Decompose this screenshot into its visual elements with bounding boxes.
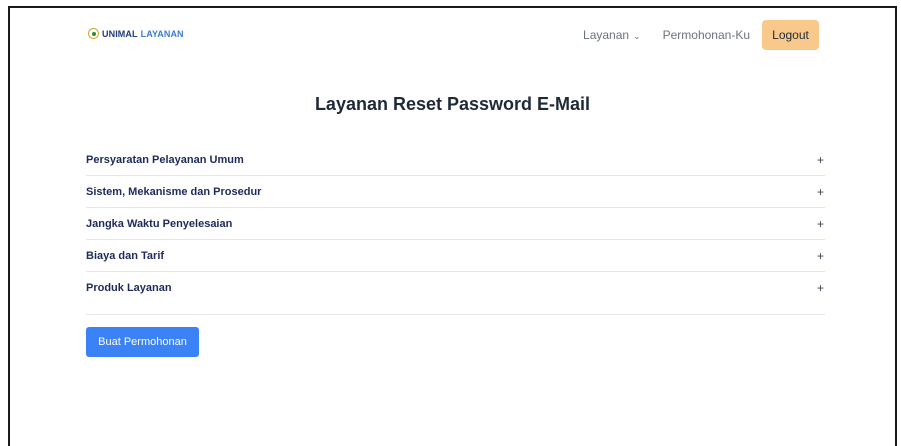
accordion-item-sistem[interactable]: Sistem, Mekanisme dan Prosedur +: [86, 176, 825, 208]
expand-plus-icon: +: [816, 152, 824, 167]
accordion-item-label: Sistem, Mekanisme dan Prosedur: [86, 185, 262, 198]
accordion-item-biaya[interactable]: Biaya dan Tarif +: [86, 240, 825, 272]
accordion-item-persyaratan[interactable]: Persyaratan Pelayanan Umum +: [86, 144, 825, 176]
section-divider: [86, 304, 825, 315]
nav-layanan-label: Layanan: [583, 28, 630, 42]
expand-plus-icon: +: [816, 248, 824, 263]
buat-permohonan-button[interactable]: Buat Permohonan: [86, 327, 199, 357]
brand-name-part1: UNIMAL: [102, 28, 138, 39]
nav-permohonan-ku-label: Permohonan-Ku: [662, 28, 750, 42]
nav-permohonan-ku-link[interactable]: Permohonan-Ku: [663, 28, 750, 42]
top-navbar: UNIMAL LAYANAN Layanan ⌄ Permohonan-Ku L…: [10, 8, 895, 66]
brand-name-part2: LAYANAN: [140, 28, 184, 39]
accordion-item-label: Jangka Waktu Penyelesaian: [86, 217, 233, 230]
accordion-item-produk[interactable]: Produk Layanan +: [86, 272, 825, 304]
expand-plus-icon: +: [816, 184, 824, 199]
chevron-down-icon: ⌄: [633, 30, 641, 41]
expand-plus-icon: +: [816, 216, 824, 231]
accordion-item-label: Produk Layanan: [86, 282, 172, 294]
unimal-logo-icon: [88, 28, 99, 39]
nav-menu: Layanan ⌄ Permohonan-Ku Logout: [583, 20, 819, 50]
browser-frame: UNIMAL LAYANAN Layanan ⌄ Permohonan-Ku L…: [8, 6, 897, 446]
accordion-item-label: Persyaratan Pelayanan Umum: [86, 153, 244, 166]
service-accordion: Persyaratan Pelayanan Umum + Sistem, Mek…: [86, 144, 825, 315]
logout-button[interactable]: Logout: [762, 20, 819, 50]
nav-layanan-dropdown[interactable]: Layanan ⌄: [583, 28, 641, 42]
page-title: Layanan Reset Password E-Mail: [314, 94, 591, 114]
expand-plus-icon: +: [816, 281, 824, 295]
brand-logo-link[interactable]: UNIMAL LAYANAN: [88, 28, 184, 39]
accordion-item-jangka-waktu[interactable]: Jangka Waktu Penyelesaian +: [86, 208, 825, 240]
accordion-item-label: Biaya dan Tarif: [86, 249, 165, 262]
